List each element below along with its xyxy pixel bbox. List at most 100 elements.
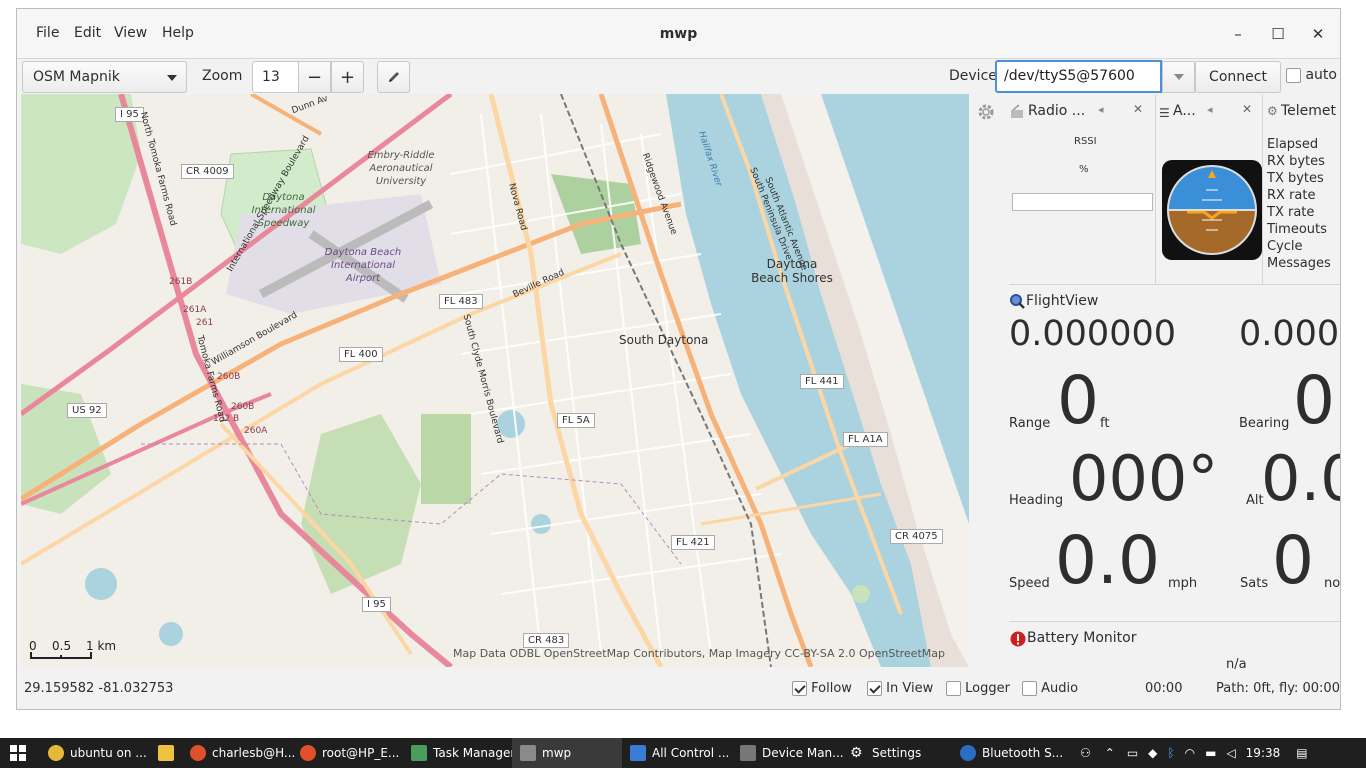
taskbar-label: mwp xyxy=(542,746,572,760)
taskbar-label: charlesb@H... xyxy=(212,746,296,760)
audio-toggle[interactable]: Audio xyxy=(1022,681,1078,696)
zoom-input[interactable]: 13 xyxy=(252,61,298,93)
connect-button[interactable]: Connect xyxy=(1195,61,1281,93)
people-icon[interactable]: ⚇ xyxy=(1080,746,1091,760)
telemetry-item: TX bytes xyxy=(1267,171,1324,186)
follow-toggle[interactable]: Follow xyxy=(792,681,852,696)
menu-file[interactable]: File xyxy=(36,25,59,41)
gear-icon: ⚙ xyxy=(850,745,863,761)
place-embry-riddle: Embry-Riddle Aeronautical University xyxy=(367,150,435,187)
range-value: 0 xyxy=(1057,362,1099,439)
path-info: Path: 0ft, fly: 00:00 xyxy=(1216,681,1340,696)
app-window: File Edit View Help mwp – ☐ ✕ OSM Mapnik… xyxy=(16,8,1341,710)
system-tray: ⚇ ⌃ ▭ ◆ ᛒ ◠ ▬ ◁ 19:38 ▤ xyxy=(1080,738,1308,768)
auto-checkbox-wrap[interactable]: auto xyxy=(1286,67,1337,83)
chevron-up-icon[interactable]: ⌃ xyxy=(1105,746,1115,760)
zoom-in-button[interactable]: + xyxy=(331,61,364,93)
telemetry-item: RX rate xyxy=(1267,188,1316,203)
start-button[interactable] xyxy=(10,738,26,768)
radio-icon xyxy=(1011,104,1023,118)
auto-checkbox[interactable] xyxy=(1286,67,1301,83)
scale-half: 0.5 xyxy=(52,639,72,653)
taskbar-item-mwp[interactable]: mwp xyxy=(512,738,622,768)
pencil-icon xyxy=(388,72,399,82)
edit-mission-button[interactable] xyxy=(377,61,410,93)
taskbar-item-settings[interactable]: ⚙ Settings xyxy=(850,738,921,768)
logger-label: Logger xyxy=(965,681,1010,696)
taskbar-item-device-manager[interactable]: Device Man... xyxy=(740,738,844,768)
scale-one: 1 km xyxy=(86,639,117,653)
bluetooth-tray-icon[interactable]: ᛒ xyxy=(1167,746,1174,760)
clock[interactable]: 19:38 xyxy=(1246,746,1281,760)
taskbar-item-chrome[interactable]: ubuntu on ... xyxy=(48,738,147,768)
audio-checkbox[interactable] xyxy=(1022,681,1037,696)
status-bar: 29.159582 -81.032753 Follow In View Logg… xyxy=(17,669,1340,707)
place-south-daytona: South Daytona xyxy=(619,333,709,347)
folder-icon xyxy=(158,745,174,761)
titlebar: File Edit View Help mwp – ☐ ✕ xyxy=(17,9,1340,59)
close-button[interactable]: ✕ xyxy=(1305,21,1331,47)
map-view[interactable]: South Daytona Daytona Beach Shores Embry… xyxy=(21,94,969,667)
taskbar-item-explorer[interactable] xyxy=(158,738,180,768)
device-input[interactable]: /dev/ttyS5@57600 xyxy=(995,60,1162,93)
maximize-button[interactable]: ☐ xyxy=(1265,21,1291,47)
close-icon[interactable]: ✕ xyxy=(1242,102,1252,116)
place-airport: Daytona Beach International Airport xyxy=(324,247,402,284)
battery-icon[interactable]: ▬ xyxy=(1205,746,1216,760)
latitude-value: 0.000000 xyxy=(1009,314,1177,354)
minimize-button[interactable]: – xyxy=(1225,21,1251,47)
speed-value: 0.0 xyxy=(1055,522,1160,599)
attitude-indicator xyxy=(1162,160,1262,260)
dock-icon[interactable]: ◂ xyxy=(1207,103,1213,116)
dropbox-icon[interactable]: ◆ xyxy=(1148,746,1157,760)
notifications-icon[interactable]: ▤ xyxy=(1296,746,1307,760)
logger-toggle[interactable]: Logger xyxy=(946,681,1010,696)
taskbar: ubuntu on ... charlesb@H... root@HP_E...… xyxy=(0,738,1366,768)
dock-icon[interactable]: ◂ xyxy=(1098,103,1104,116)
road-shield: CR 4009 xyxy=(181,164,234,179)
taskbar-label: Bluetooth S... xyxy=(982,746,1064,760)
volume-icon[interactable]: ◁ xyxy=(1226,746,1235,760)
menu-help[interactable]: Help xyxy=(162,25,194,41)
taskbar-item-terminal-2[interactable]: root@HP_E... xyxy=(300,738,399,768)
taskbar-item-terminal-1[interactable]: charlesb@H... xyxy=(190,738,295,768)
rssi-percent: % xyxy=(1079,164,1089,175)
longitude-value: 0.000 xyxy=(1239,314,1340,354)
divider xyxy=(1009,621,1340,622)
menu-edit[interactable]: Edit xyxy=(74,25,101,41)
ubuntu-icon xyxy=(300,745,316,761)
flightview-title: FlightView xyxy=(1026,293,1099,309)
taskbar-item-task-manager[interactable]: Task Manager xyxy=(411,738,515,768)
range-unit: ft xyxy=(1100,416,1110,431)
telemetry-icon: ⚙ xyxy=(1267,104,1278,118)
taskbar-item-bluetooth[interactable]: Bluetooth S... xyxy=(960,738,1063,768)
control-panel-icon xyxy=(630,745,646,761)
close-icon[interactable]: ✕ xyxy=(1133,102,1143,116)
follow-label: Follow xyxy=(811,681,852,696)
device-manager-icon xyxy=(740,745,756,761)
taskbar-label: Task Manager xyxy=(433,746,516,760)
zoom-out-button[interactable]: − xyxy=(298,61,331,93)
inview-checkbox[interactable] xyxy=(867,681,882,696)
menu-view[interactable]: View xyxy=(114,25,147,41)
gear-icon[interactable] xyxy=(977,103,995,121)
chevron-down-icon xyxy=(167,75,177,81)
ubuntu-icon xyxy=(190,745,206,761)
audio-label: Audio xyxy=(1041,681,1079,696)
range-label: Range xyxy=(1009,416,1051,431)
mwp-icon xyxy=(520,745,536,761)
map-source-select[interactable]: OSM Mapnik xyxy=(22,61,187,93)
wifi-icon[interactable]: ◠ xyxy=(1185,746,1195,760)
tablet-icon[interactable]: ▭ xyxy=(1127,746,1138,760)
magnifier-icon xyxy=(1010,294,1025,309)
taskbar-item-control-panel[interactable]: All Control ... xyxy=(630,738,729,768)
coordinates-readout: 29.159582 -81.032753 xyxy=(24,681,174,696)
inview-toggle[interactable]: In View xyxy=(867,681,933,696)
telemetry-item: Cycle xyxy=(1267,239,1303,254)
taskbar-label: Settings xyxy=(872,746,922,760)
exit-label: 132 B xyxy=(213,414,240,424)
follow-checkbox[interactable] xyxy=(792,681,807,696)
logger-checkbox[interactable] xyxy=(946,681,961,696)
device-dropdown-button[interactable] xyxy=(1162,61,1195,93)
elapsed-time: 00:00 xyxy=(1145,681,1183,696)
